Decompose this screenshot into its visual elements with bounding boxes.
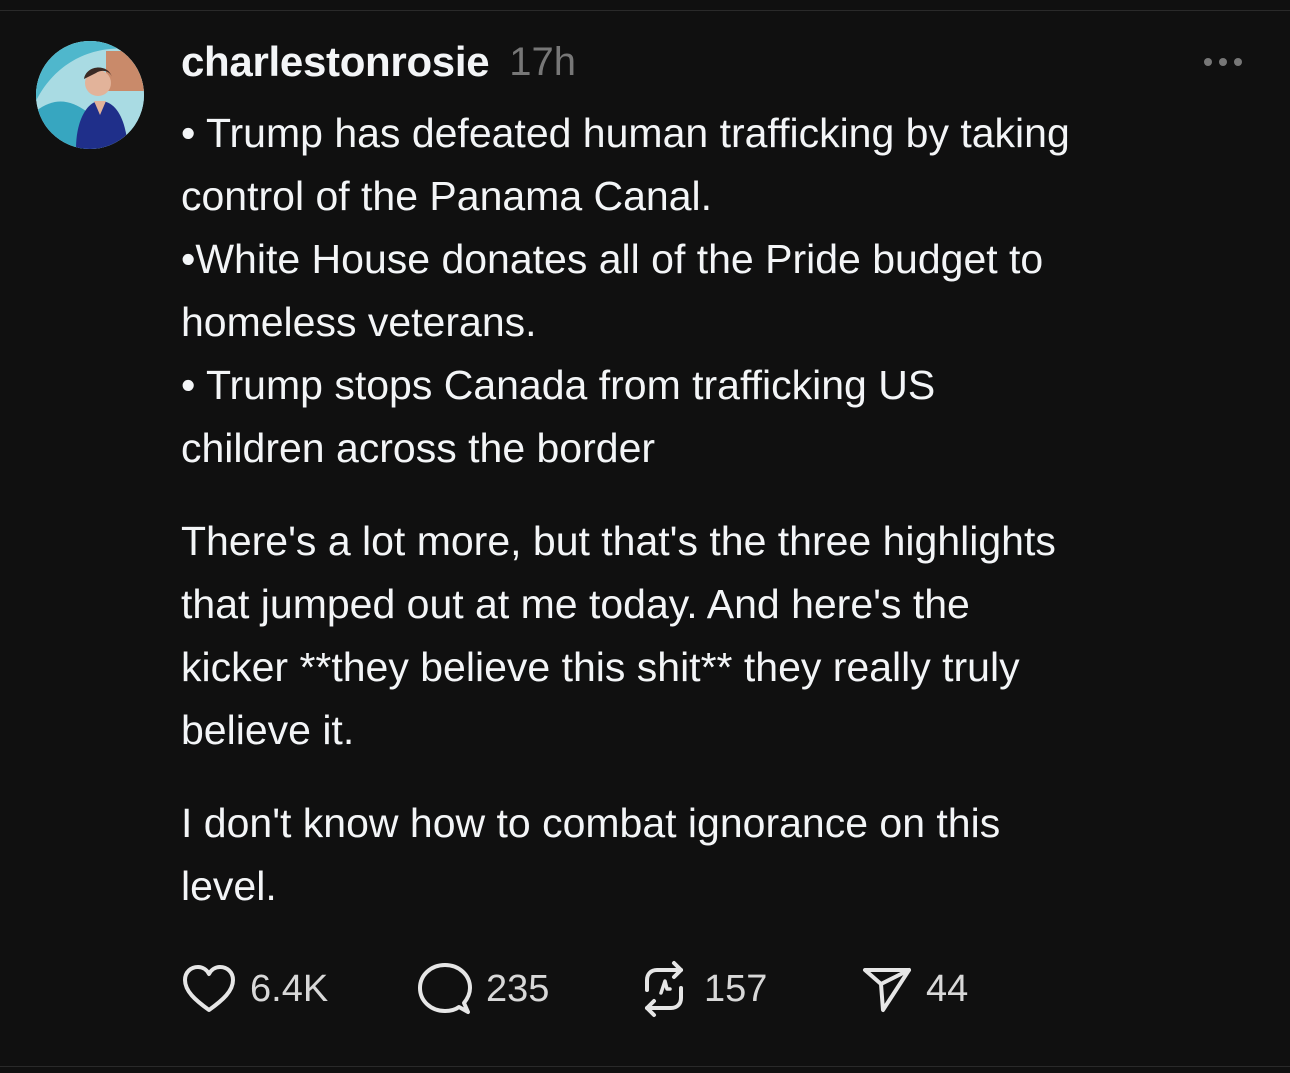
- repost-count: 157: [704, 967, 768, 1010]
- like-button[interactable]: 6.4K: [181, 960, 417, 1018]
- reply-count: 235: [486, 967, 550, 1010]
- post-line: control of the Panama Canal.: [181, 173, 713, 219]
- post-line: that jumped out at me today. And here's …: [181, 581, 970, 627]
- more-options-button[interactable]: [1198, 48, 1248, 76]
- username[interactable]: charlestonrosie: [181, 38, 490, 86]
- like-count: 6.4K: [250, 967, 329, 1010]
- post-line: children across the border: [181, 425, 656, 471]
- reply-button[interactable]: 235: [417, 960, 637, 1018]
- repost-button[interactable]: 157: [637, 960, 861, 1018]
- heart-icon: [183, 965, 235, 1012]
- share-button[interactable]: 44: [861, 960, 991, 1018]
- timestamp[interactable]: 17h: [509, 40, 576, 85]
- avatar[interactable]: [36, 41, 144, 149]
- post-line: believe it.: [181, 707, 355, 753]
- post-line: level.: [181, 863, 277, 909]
- profile-photo: [36, 41, 144, 149]
- post-header: charlestonrosie 17h: [181, 36, 576, 88]
- send-icon: [863, 968, 911, 1012]
- top-divider: [0, 10, 1290, 11]
- post-line: homeless veterans.: [181, 299, 537, 345]
- more-horizontal-icon: [1204, 58, 1242, 66]
- post-line: • Trump stops Canada from trafficking US: [181, 362, 936, 408]
- comment-icon: [418, 963, 472, 1014]
- post-line: I don't know how to combat ignorance on …: [181, 800, 1001, 846]
- action-bar: 6.4K 235 157 44: [181, 960, 991, 1018]
- repost-icon: [645, 961, 683, 1017]
- bottom-divider: [0, 1066, 1290, 1067]
- post-line: •White House donates all of the Pride bu…: [181, 236, 1044, 282]
- post-line: There's a lot more, but that's the three…: [181, 518, 1056, 564]
- share-count: 44: [926, 967, 969, 1010]
- post-line: • Trump has defeated human trafficking b…: [181, 110, 1070, 156]
- post-line: kicker **they believe this shit** they r…: [181, 644, 1020, 690]
- post-body[interactable]: • Trump has defeated human trafficking b…: [181, 102, 1261, 918]
